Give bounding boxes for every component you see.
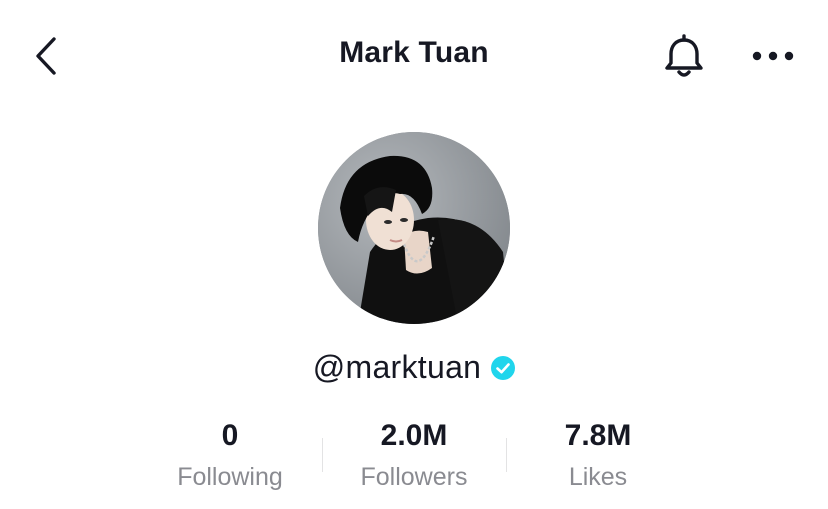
stat-value: 7.8M bbox=[564, 419, 632, 452]
stat-label: Likes bbox=[568, 463, 628, 491]
stat-label: Followers bbox=[360, 463, 468, 491]
more-options-button[interactable] bbox=[748, 40, 798, 72]
stat-value: 0 bbox=[221, 419, 239, 452]
top-bar: Mark Tuan bbox=[0, 0, 828, 110]
stats-row: 0 Following 2.0M Followers 7.8M Likes bbox=[0, 414, 828, 504]
handle-row: @marktuan bbox=[0, 345, 828, 389]
stat-label: Following bbox=[177, 463, 283, 491]
notification-bell-button[interactable] bbox=[660, 34, 708, 80]
stat-value: 2.0M bbox=[380, 419, 448, 452]
bell-icon bbox=[665, 34, 703, 77]
avatar[interactable] bbox=[318, 132, 510, 324]
profile-photo bbox=[318, 132, 510, 324]
more-horizontal-icon bbox=[752, 51, 794, 61]
stat-followers[interactable]: 2.0M Followers bbox=[322, 414, 506, 494]
verified-badge-icon bbox=[491, 356, 516, 380]
username-handle: @marktuan bbox=[312, 348, 482, 385]
stat-following[interactable]: 0 Following bbox=[138, 414, 322, 494]
stat-likes[interactable]: 7.8M Likes bbox=[506, 414, 690, 494]
